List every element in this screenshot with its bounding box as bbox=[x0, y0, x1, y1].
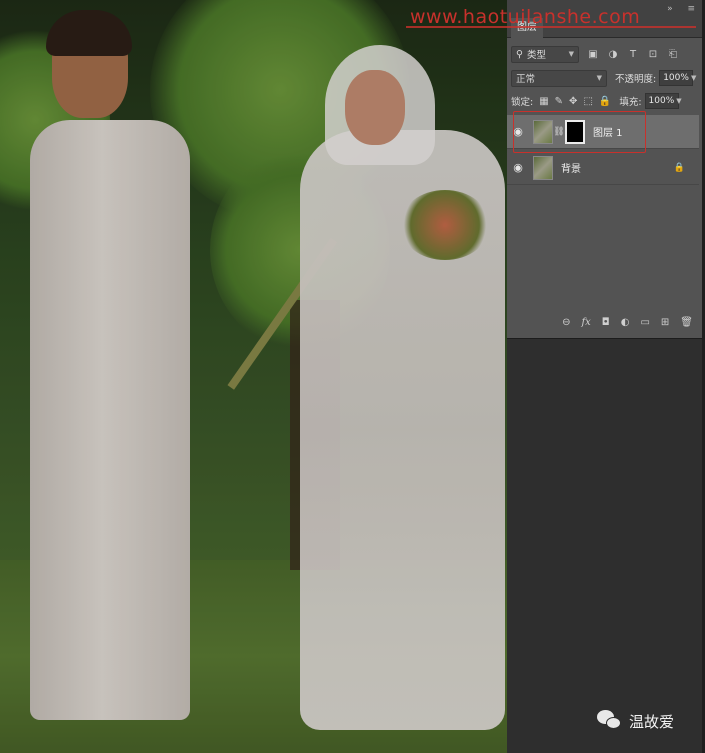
blend-row: 正常 ▼ 不透明度: 100% ▼ bbox=[511, 68, 701, 88]
delete-icon[interactable]: 🗑 bbox=[680, 317, 693, 328]
blend-mode-select[interactable]: 正常 ▼ bbox=[511, 69, 607, 87]
search-icon: ⚲ bbox=[516, 48, 523, 60]
layers-panel: 图层 » ≡ ⚲ 类型 ▼ ▣ ◑ T ⊡ ⎗ 正常 ▼ 不透明度: 100%▼… bbox=[507, 0, 705, 753]
watermark-text: www.haotuilanshe.com bbox=[410, 6, 641, 28]
smart-object-filter-icon[interactable]: ⎗ bbox=[667, 49, 679, 60]
chevron-down-icon: ▼ bbox=[676, 97, 682, 105]
group-icon[interactable]: ▭ bbox=[640, 317, 649, 328]
lock-icons: ▦ ✎ ✥ ⬚ 🔒 bbox=[539, 96, 611, 107]
fx-icon[interactable]: fx bbox=[581, 317, 590, 328]
lock-all-icon[interactable]: 🔒 bbox=[599, 96, 611, 107]
lock-icon: 🔒 bbox=[673, 162, 685, 173]
fill-input[interactable]: 100% ▼ bbox=[644, 93, 682, 109]
shape-filter-icon[interactable]: ⊡ bbox=[647, 49, 659, 60]
layer-row-background[interactable]: ◉ 背景 🔒 bbox=[507, 151, 699, 185]
new-layer-icon[interactable]: ⊞ bbox=[661, 317, 669, 328]
layer-name[interactable]: 图层 1 bbox=[593, 124, 623, 139]
layer-thumbnail bbox=[533, 155, 553, 180]
image-filter-icon[interactable]: ▣ bbox=[587, 49, 599, 60]
opacity-label: 不透明度: bbox=[615, 74, 657, 85]
opacity-value: 100% bbox=[663, 73, 689, 83]
eye-icon[interactable]: ◉ bbox=[507, 125, 529, 138]
lock-artboard-icon[interactable]: ⬚ bbox=[583, 96, 592, 107]
lock-label: 锁定: bbox=[511, 97, 534, 108]
wechat-account-name: 温故爱 bbox=[629, 712, 675, 731]
wechat-signature: 温故爱 bbox=[597, 710, 674, 732]
chevron-down-icon: ▼ bbox=[568, 50, 574, 58]
filter-row: ⚲ 类型 ▼ ▣ ◑ T ⊡ ⎗ bbox=[511, 44, 701, 64]
lock-transparent-icon[interactable]: ▦ bbox=[539, 96, 548, 107]
layer-name[interactable]: 背景 bbox=[561, 160, 581, 175]
wechat-icon bbox=[597, 710, 623, 732]
layer-thumbnail bbox=[533, 119, 553, 144]
watermark-underline bbox=[406, 26, 696, 28]
add-mask-icon[interactable]: ◘ bbox=[602, 317, 610, 328]
lock-position-icon[interactable]: ✥ bbox=[569, 96, 577, 107]
fill-label: 填充: bbox=[619, 97, 642, 108]
photo-canvas[interactable] bbox=[0, 0, 507, 753]
blend-mode-value: 正常 bbox=[516, 74, 536, 85]
empty-panel-area bbox=[507, 338, 705, 753]
adjustment-layer-icon[interactable]: ◐ bbox=[621, 317, 630, 328]
lock-row: 锁定: ▦ ✎ ✥ ⬚ 🔒 填充: 100% ▼ bbox=[511, 91, 701, 111]
layers-footer: ⊖ fx ◘ ◐ ▭ ⊞ 🗑 bbox=[507, 310, 705, 334]
filter-kind-select[interactable]: ⚲ 类型 ▼ bbox=[511, 45, 579, 63]
photo-overlay bbox=[0, 0, 507, 753]
fill-value: 100% bbox=[648, 96, 675, 106]
filter-kind-label: 类型 bbox=[526, 50, 546, 61]
layer-mask-thumbnail[interactable] bbox=[565, 119, 585, 144]
collapse-icon[interactable]: » ≡ bbox=[667, 4, 701, 14]
filter-icons: ▣ ◑ T ⊡ ⎗ bbox=[587, 49, 679, 60]
link-layers-icon[interactable]: ⊖ bbox=[562, 317, 570, 328]
chevron-down-icon: ▼ bbox=[690, 74, 697, 82]
chevron-down-icon: ▼ bbox=[596, 74, 602, 82]
opacity-input[interactable]: 100% ▼ bbox=[659, 70, 697, 86]
mask-link-icon[interactable]: ⛓ bbox=[553, 127, 565, 137]
eye-icon[interactable]: ◉ bbox=[507, 161, 529, 174]
lock-image-icon[interactable]: ✎ bbox=[555, 96, 563, 107]
adjustment-filter-icon[interactable]: ◑ bbox=[607, 49, 619, 60]
type-filter-icon[interactable]: T bbox=[627, 49, 639, 60]
layer-row-layer-1[interactable]: ◉ ⛓ 图层 1 bbox=[507, 115, 699, 149]
